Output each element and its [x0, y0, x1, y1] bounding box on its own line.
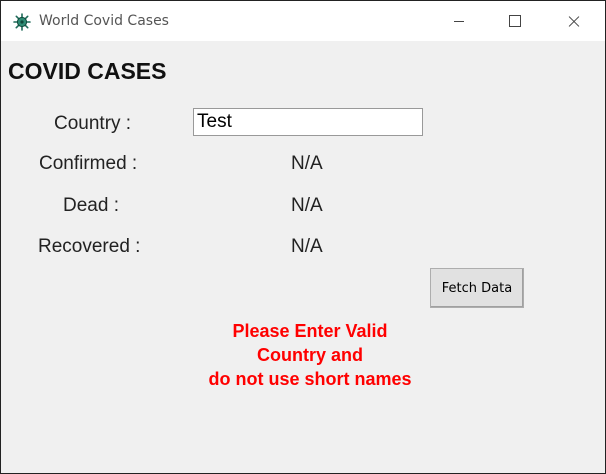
confirmed-label: Confirmed : — [39, 153, 138, 174]
close-button[interactable] — [545, 1, 603, 41]
recovered-label: Recovered : — [38, 236, 141, 257]
country-input[interactable] — [193, 108, 423, 136]
window-title: World Covid Cases — [39, 13, 169, 29]
confirmed-value: N/A — [291, 153, 323, 174]
fetch-data-button[interactable]: Fetch Data — [430, 268, 524, 308]
country-label: Country : — [54, 113, 132, 134]
virus-icon — [13, 13, 31, 31]
error-line: Country and — [257, 345, 363, 365]
page-title: COVID CASES — [8, 58, 167, 84]
error-line: do not use short names — [208, 369, 412, 389]
dead-value: N/A — [291, 195, 323, 216]
recovered-value: N/A — [291, 236, 323, 257]
dead-label: Dead : — [63, 195, 119, 216]
app-window: World Covid Cases COVID CASES Country : … — [0, 0, 606, 474]
minimize-button[interactable] — [429, 1, 487, 41]
title-bar[interactable]: World Covid Cases — [1, 1, 605, 41]
error-line: Please Enter Valid — [232, 321, 388, 341]
maximize-button[interactable] — [487, 1, 545, 41]
error-message: Please Enter Valid Country and do not us… — [171, 319, 449, 391]
